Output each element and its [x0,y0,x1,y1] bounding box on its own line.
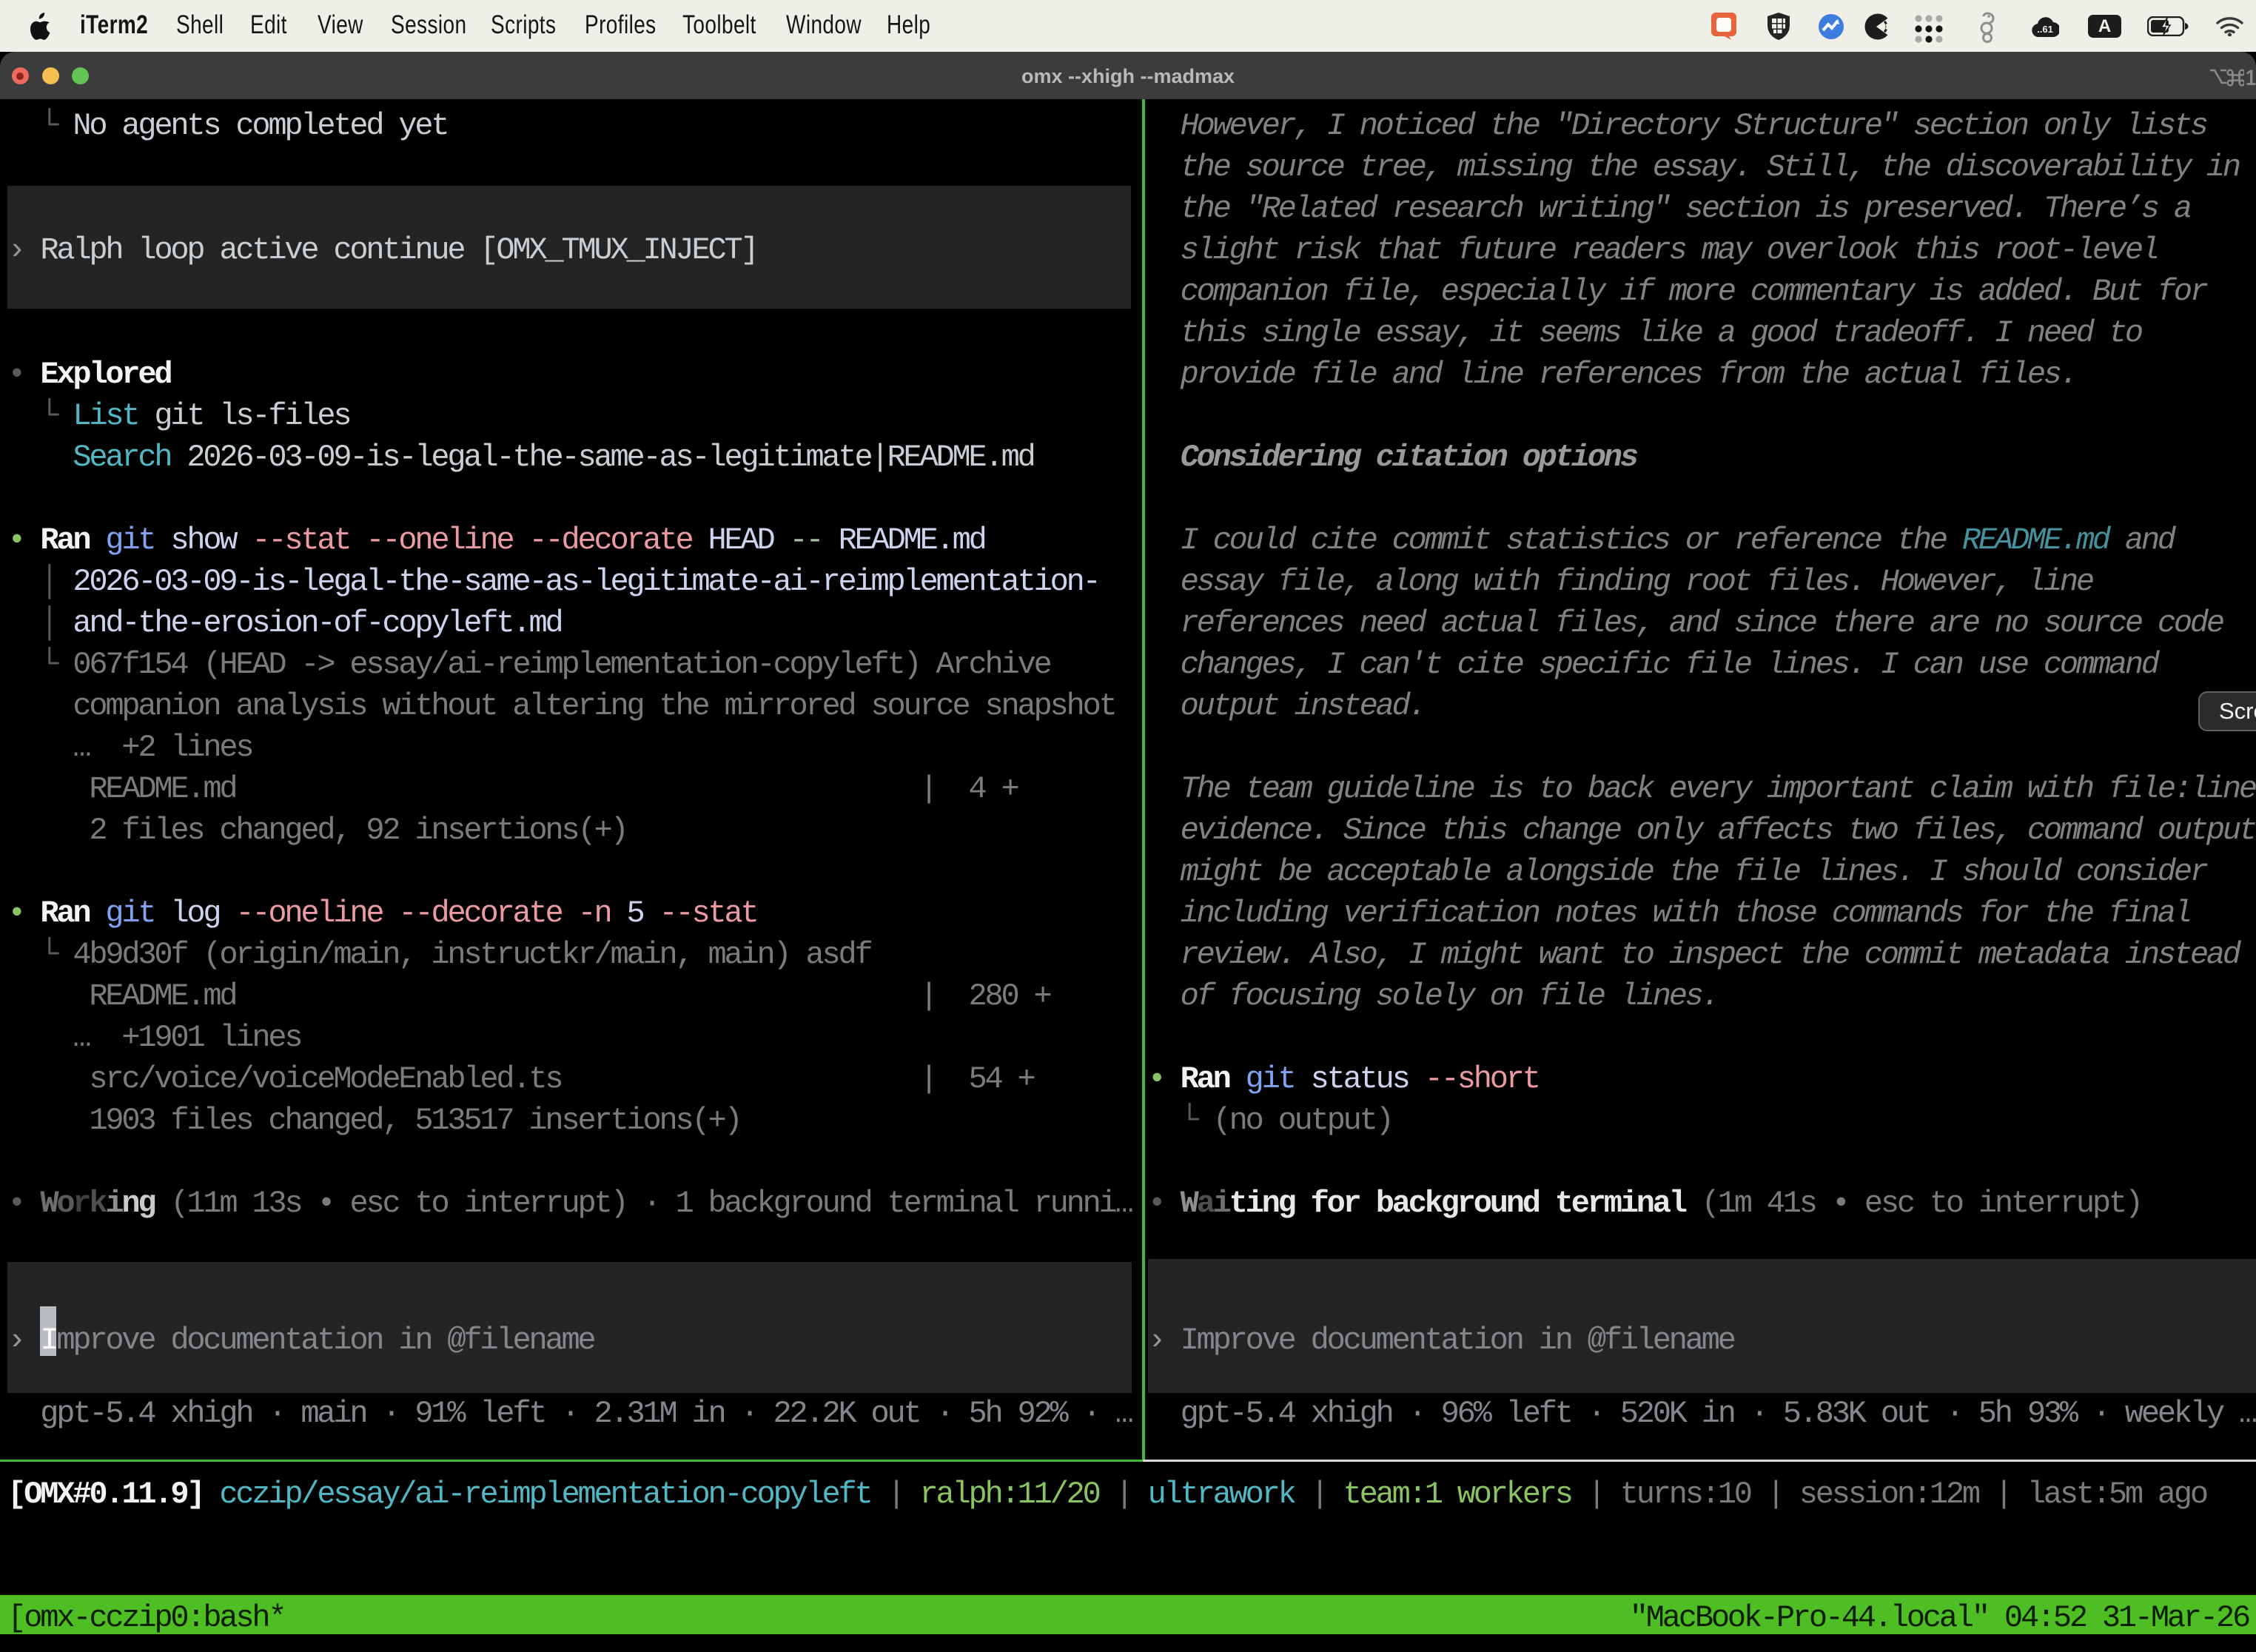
svg-text:..61: ..61 [2037,24,2053,35]
